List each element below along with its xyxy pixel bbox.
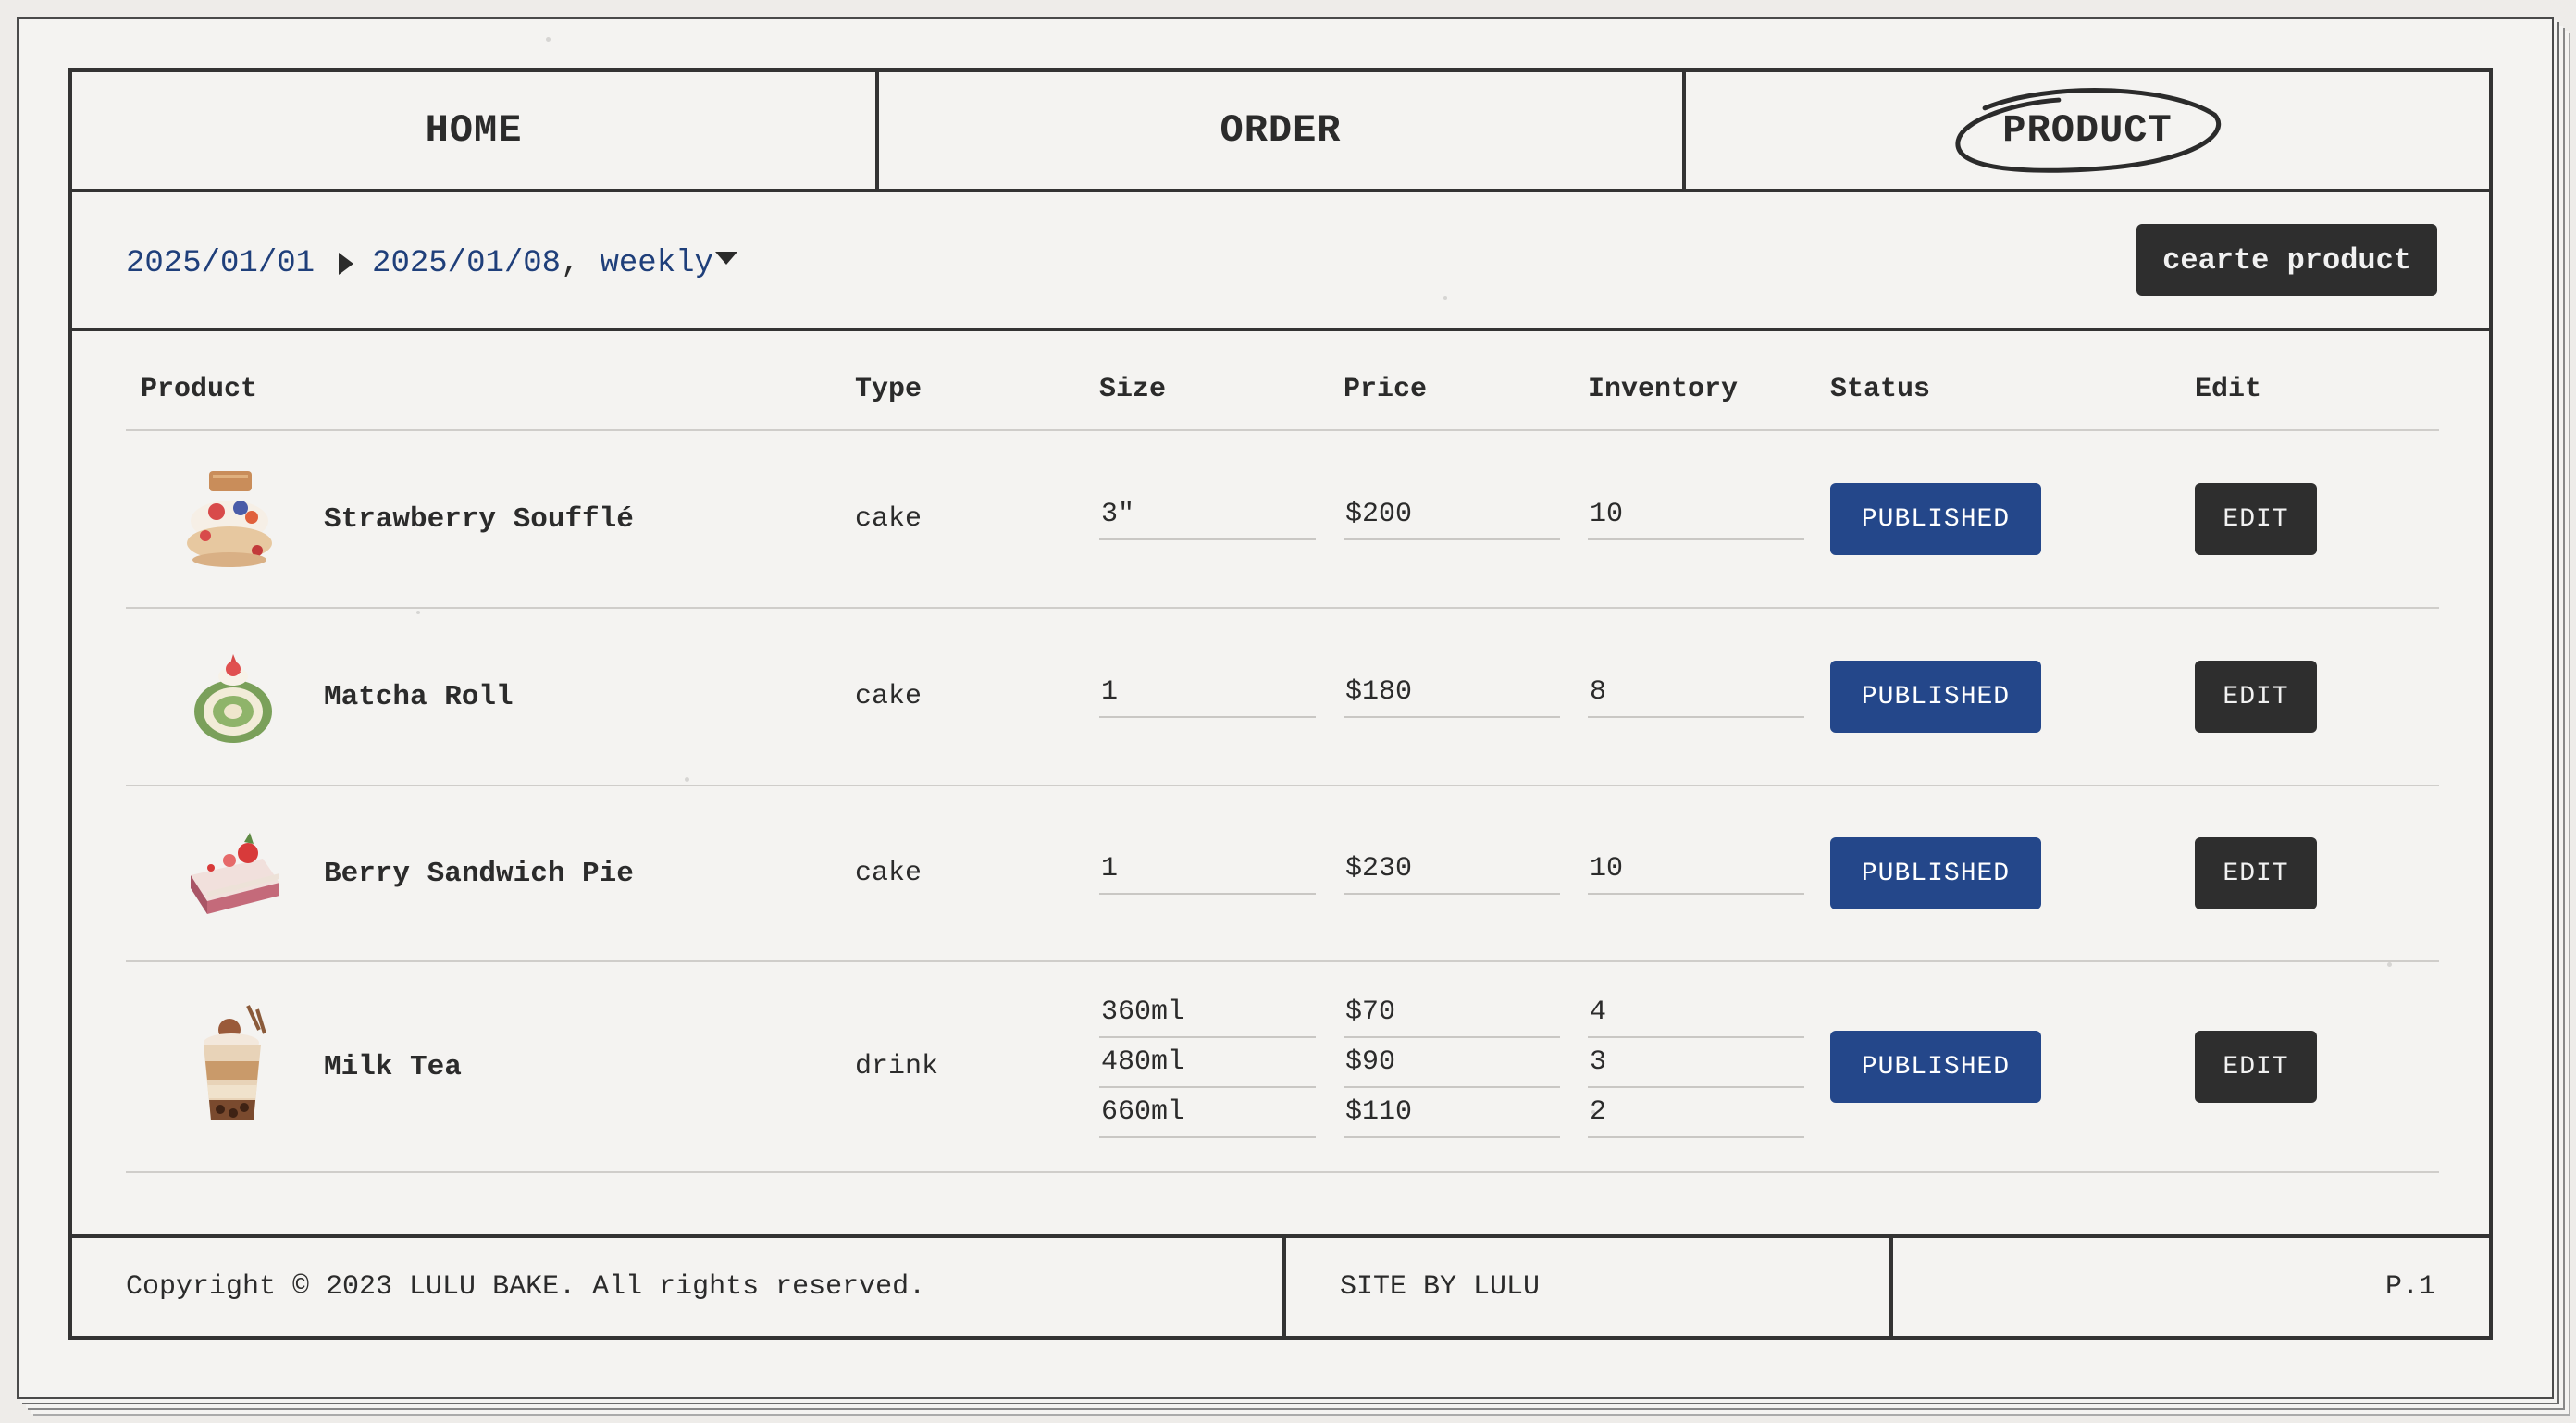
product-name: Berry Sandwich Pie: [324, 857, 634, 890]
edit-cell: EDIT: [2195, 661, 2439, 733]
size-cell: 3″: [1099, 494, 1344, 544]
header-size: Size: [1099, 374, 1167, 405]
header-inventory: Inventory: [1588, 374, 1739, 405]
size-field[interactable]: 360ml: [1099, 996, 1316, 1038]
inventory-cell: 8: [1588, 672, 1830, 722]
size-field[interactable]: 660ml: [1099, 1095, 1316, 1138]
size-field[interactable]: 1: [1099, 852, 1316, 895]
status-button[interactable]: PUBLISHED: [1830, 1031, 2041, 1103]
size-cell: 360ml 480ml 660ml: [1099, 992, 1344, 1142]
souffle-icon: [187, 471, 272, 567]
type-cell: drink: [855, 1051, 939, 1083]
inventory-field[interactable]: 8: [1588, 675, 1804, 718]
type-cell: cake: [855, 503, 923, 535]
header-product: Product: [141, 374, 258, 405]
edit-button[interactable]: EDIT: [2195, 837, 2317, 909]
nav-product-label: PRODUCT: [2002, 108, 2173, 153]
status-cell: PUBLISHED: [1830, 483, 2195, 555]
edit-cell: EDIT: [2195, 837, 2439, 909]
inventory-cell: 10: [1588, 494, 1830, 544]
date-range[interactable]: 2025/01/01 2025/01/08 , weekly: [126, 246, 737, 281]
table-row: Matcha Roll cake 1 $180 8 PUBLISHED EDIT: [126, 609, 2439, 786]
price-cell: $70 $90 $110: [1344, 992, 1588, 1142]
table-header: Product Type Size Price Inventory Status…: [126, 350, 2439, 431]
price-cell: $230: [1344, 848, 1588, 898]
footer-copyright: Copyright © 2023 LULU BAKE. All rights r…: [126, 1271, 926, 1303]
price-cell: $180: [1344, 672, 1588, 722]
create-product-button[interactable]: cearte product: [2136, 224, 2437, 296]
footer-site-credit: SITE BY LULU: [1282, 1238, 1889, 1336]
chevron-down-icon[interactable]: [714, 252, 737, 265]
price-field[interactable]: $70: [1344, 996, 1560, 1038]
footer: Copyright © 2023 LULU BAKE. All rights r…: [72, 1234, 2489, 1336]
size-field[interactable]: 3″: [1099, 498, 1316, 540]
price-field[interactable]: $90: [1344, 1046, 1560, 1088]
nav-home-label: HOME: [425, 108, 523, 153]
price-field[interactable]: $230: [1344, 852, 1560, 895]
milk-tea-icon: [204, 1005, 266, 1120]
nav-order[interactable]: ORDER: [875, 72, 1682, 189]
inventory-field[interactable]: 2: [1588, 1095, 1804, 1138]
type-cell: cake: [855, 681, 923, 712]
type-cell: cake: [855, 858, 923, 889]
product-name: Matcha Roll: [324, 680, 514, 713]
product-cell: Matcha Roll: [126, 641, 855, 752]
status-button[interactable]: PUBLISHED: [1830, 837, 2041, 909]
inventory-cell: 4 3 2: [1588, 992, 1830, 1142]
inventory-field[interactable]: 10: [1588, 498, 1804, 540]
table-row: Milk Tea drink 360ml 480ml 660ml $70 $90…: [126, 962, 2439, 1173]
price-field[interactable]: $180: [1344, 675, 1560, 718]
inventory-field[interactable]: 3: [1588, 1046, 1804, 1088]
header-edit: Edit: [2195, 374, 2262, 405]
berry-pie-icon: [191, 833, 279, 914]
start-date[interactable]: 2025/01/01: [126, 246, 315, 281]
size-field[interactable]: 1: [1099, 675, 1316, 718]
arrow-right-icon: [339, 253, 354, 275]
footer-page-number: P.1: [1889, 1238, 2489, 1336]
size-cell: 1: [1099, 848, 1344, 898]
inventory-field[interactable]: 10: [1588, 852, 1804, 895]
price-cell: $200: [1344, 494, 1588, 544]
nav-product[interactable]: PRODUCT: [1682, 72, 2489, 189]
date-separator: ,: [561, 246, 580, 281]
status-cell: PUBLISHED: [1830, 837, 2195, 909]
product-name: Milk Tea: [324, 1050, 462, 1083]
table-row: Berry Sandwich Pie cake 1 $230 10 PUBLIS…: [126, 786, 2439, 962]
price-field[interactable]: $110: [1344, 1095, 1560, 1138]
status-button[interactable]: PUBLISHED: [1830, 661, 2041, 733]
toolbar: 2025/01/01 2025/01/08 , weekly cearte pr…: [72, 192, 2489, 331]
header-price: Price: [1344, 374, 1428, 405]
product-cell: Berry Sandwich Pie: [126, 818, 855, 929]
size-cell: 1: [1099, 672, 1344, 722]
edit-cell: EDIT: [2195, 1031, 2439, 1103]
header-status: Status: [1830, 374, 1931, 405]
header-type: Type: [855, 374, 923, 405]
status-cell: PUBLISHED: [1830, 1031, 2195, 1103]
period-select[interactable]: weekly: [601, 246, 713, 281]
nav-home[interactable]: HOME: [72, 72, 875, 189]
product-table: Product Type Size Price Inventory Status…: [126, 350, 2439, 1173]
edit-button[interactable]: EDIT: [2195, 661, 2317, 733]
status-button[interactable]: PUBLISHED: [1830, 483, 2041, 555]
edit-cell: EDIT: [2195, 483, 2439, 555]
main-frame: HOME ORDER PRODUCT 2025/01/01 2025/01/08…: [68, 68, 2493, 1340]
size-field[interactable]: 480ml: [1099, 1046, 1316, 1088]
matcha-roll-icon: [194, 654, 272, 743]
price-field[interactable]: $200: [1344, 498, 1560, 540]
status-cell: PUBLISHED: [1830, 661, 2195, 733]
product-cell: Strawberry Soufflé: [126, 464, 855, 575]
table-row: Strawberry Soufflé cake 3″ $200 10 PUBLI…: [126, 431, 2439, 609]
product-name: Strawberry Soufflé: [324, 502, 634, 536]
top-nav: HOME ORDER PRODUCT: [72, 72, 2489, 192]
nav-order-label: ORDER: [1220, 108, 1342, 153]
edit-button[interactable]: EDIT: [2195, 483, 2317, 555]
inventory-field[interactable]: 4: [1588, 996, 1804, 1038]
product-cell: Milk Tea: [126, 1002, 855, 1132]
end-date[interactable]: 2025/01/08: [372, 246, 561, 281]
edit-button[interactable]: EDIT: [2195, 1031, 2317, 1103]
inventory-cell: 10: [1588, 848, 1830, 898]
